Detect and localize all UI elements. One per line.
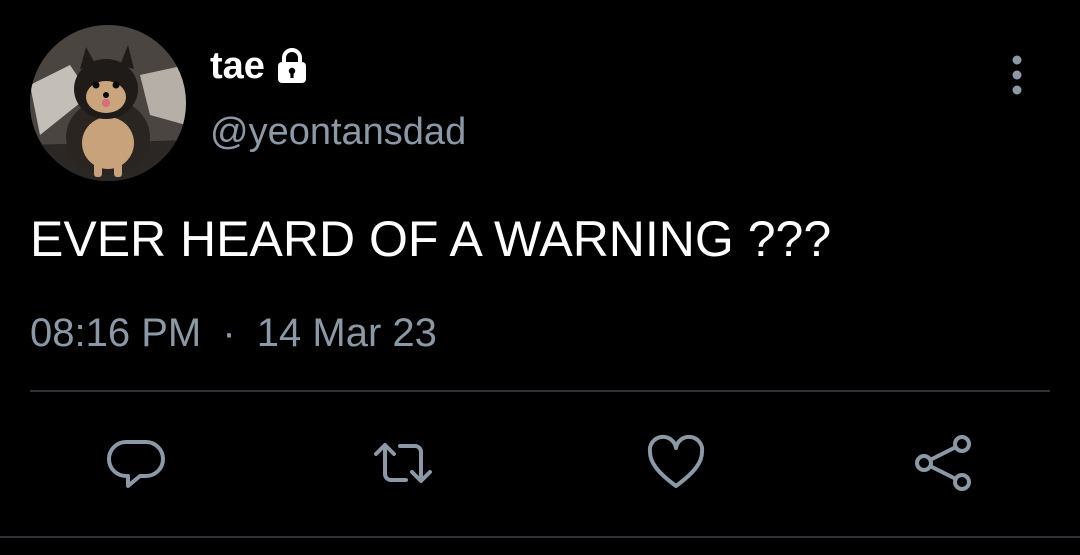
tweet-date: 14 Mar 23 <box>256 311 437 355</box>
tweet-detail: tae @yeontansdad EVER HEARD OF A WARNING… <box>0 0 1080 555</box>
retweet-button[interactable] <box>372 432 434 494</box>
display-name-text: tae <box>210 45 265 87</box>
tweet-text: EVER HEARD OF A WARNING ??? <box>30 211 832 267</box>
share-icon <box>915 435 971 491</box>
tweet-timestamp[interactable]: 08:16 PM · 14 Mar 23 <box>30 310 437 356</box>
timestamp-separator: · <box>222 311 236 355</box>
like-button[interactable] <box>645 432 707 494</box>
reply-button[interactable] <box>106 432 168 494</box>
heart-icon <box>647 434 705 488</box>
retweet-icon <box>374 443 432 483</box>
avatar[interactable] <box>30 25 186 181</box>
lock-icon <box>275 47 309 85</box>
share-button[interactable] <box>912 432 974 494</box>
divider <box>0 536 1080 538</box>
display-name[interactable]: tae <box>210 44 309 88</box>
reply-icon <box>107 440 165 488</box>
more-options-button[interactable] <box>1000 52 1034 98</box>
action-bar <box>0 432 1080 494</box>
divider <box>30 390 1050 392</box>
more-vertical-icon <box>1012 55 1022 95</box>
tweet-time: 08:16 PM <box>30 311 202 355</box>
user-handle[interactable]: @yeontansdad <box>210 110 466 154</box>
dog-photo <box>30 25 186 181</box>
